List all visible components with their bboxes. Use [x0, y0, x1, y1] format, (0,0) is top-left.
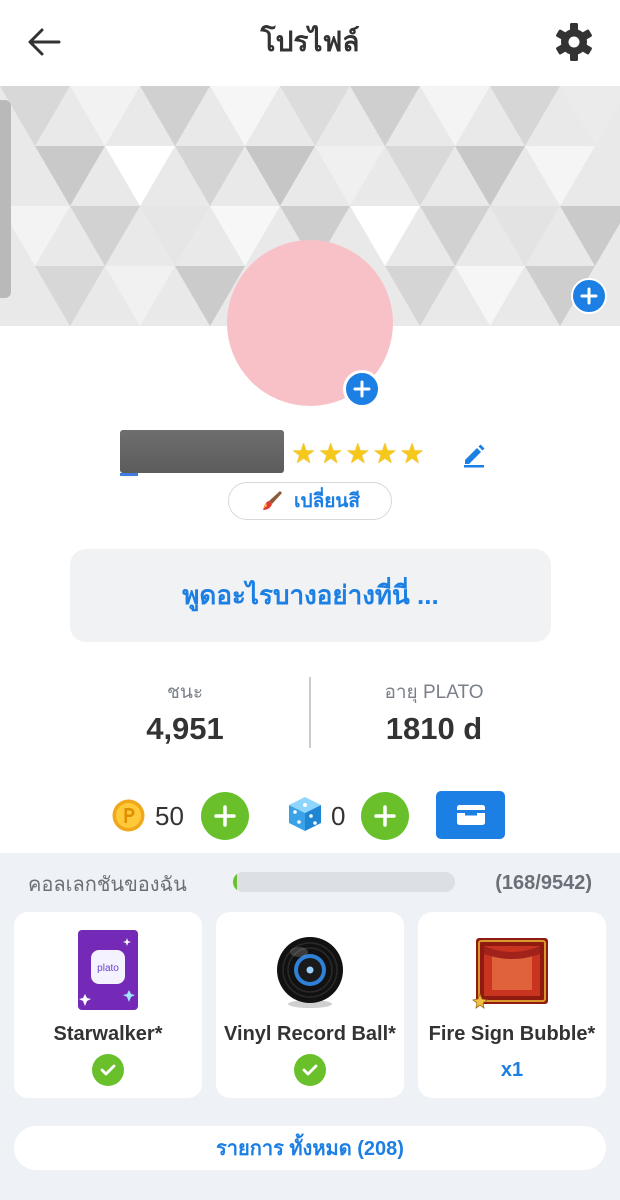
star-icon: ★ — [399, 438, 425, 469]
change-color-button[interactable]: เปลี่ยนสี — [228, 482, 392, 520]
status-input[interactable]: พูดอะไรบางอย่างที่นี่ ... — [70, 549, 551, 642]
gear-icon — [556, 23, 592, 61]
collection-item-vinyl-record-ball[interactable]: Vinyl Record Ball* — [216, 912, 404, 1098]
star-rating: ★ ★ ★ ★ ★ — [291, 438, 425, 470]
back-button[interactable] — [22, 22, 66, 62]
item-name: Starwalker* — [53, 1023, 163, 1045]
add-banner-button[interactable] — [571, 278, 607, 314]
plato-age-value: 1810 d — [385, 711, 483, 746]
page-title: โปรไฟล์ — [260, 26, 360, 57]
svg-text:plato: plato — [97, 963, 119, 974]
item-name: Vinyl Record Ball* — [224, 1023, 396, 1045]
settings-button[interactable] — [552, 20, 596, 64]
top-bar: โปรไฟล์ — [0, 0, 620, 86]
checkmark-icon — [100, 1064, 116, 1076]
arrow-left-icon — [28, 28, 61, 56]
wallet-icon — [456, 805, 485, 825]
status-placeholder: พูดอะไรบางอย่างที่นี่ ... — [182, 580, 439, 610]
all-items-button[interactable]: รายการ ทั้งหมด (208) — [14, 1126, 606, 1170]
collection-count: (168/9542) — [495, 872, 592, 894]
star-icon: ★ — [291, 438, 317, 469]
dice-count: 0 — [331, 801, 346, 831]
plus-icon — [374, 805, 396, 827]
coin-count: 50 — [155, 801, 184, 831]
owned-check-badge — [294, 1054, 326, 1086]
username-redacted — [120, 430, 284, 476]
add-dice-button[interactable] — [361, 792, 409, 840]
collection-item-fire-sign-bubble[interactable]: Fire Sign Bubble* x1 — [418, 912, 606, 1098]
collection-progress-bar — [233, 872, 455, 892]
fire-sign-bubble-thumbnail — [472, 938, 548, 1009]
collection-item-starwalker[interactable]: plato Starwalker* — [14, 912, 202, 1098]
owned-check-badge — [92, 1054, 124, 1086]
plato-age-stat: อายุ PLATO 1810 d — [334, 680, 534, 752]
dice-icon — [289, 797, 321, 831]
edit-name-button[interactable] — [459, 440, 489, 470]
plus-icon — [214, 805, 236, 827]
checkmark-icon — [302, 1064, 318, 1076]
star-icon: ★ — [318, 438, 344, 469]
wallet-button[interactable] — [436, 791, 505, 839]
collection-title: คอลเลกชันของฉัน — [28, 874, 187, 896]
all-items-label: รายการ ทั้งหมด (208) — [216, 1138, 404, 1160]
wins-value: 4,951 — [146, 711, 224, 746]
stats-divider — [309, 677, 311, 748]
star-icon: ★ — [345, 438, 371, 469]
wins-label: ชนะ — [166, 682, 204, 703]
pencil-icon — [464, 444, 485, 468]
coin-icon — [112, 799, 145, 832]
change-color-label: เปลี่ยนสี — [294, 491, 360, 512]
item-quantity: x1 — [500, 1059, 524, 1081]
plus-icon — [580, 287, 598, 305]
plato-age-label: อายุ PLATO — [384, 682, 484, 703]
vinyl-record-ball-thumbnail — [277, 937, 343, 1008]
starwalker-thumbnail: plato — [78, 930, 138, 1010]
star-icon: ★ — [372, 438, 398, 469]
paint-brush-icon — [263, 491, 283, 510]
add-avatar-button[interactable] — [343, 370, 381, 408]
add-coins-button[interactable] — [201, 792, 249, 840]
plus-icon — [353, 380, 371, 398]
item-name: Fire Sign Bubble* — [428, 1023, 596, 1045]
wins-stat: ชนะ 4,951 — [85, 680, 285, 752]
banner-side-tab — [0, 100, 11, 298]
